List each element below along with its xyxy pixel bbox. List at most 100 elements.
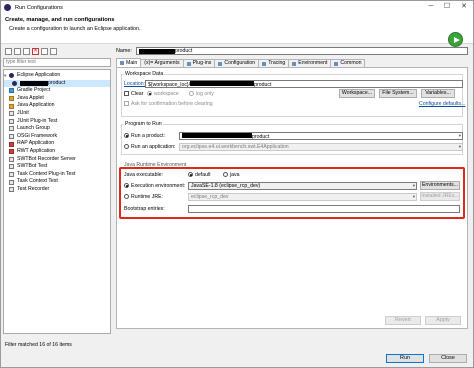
workspace-radio-label: workspace: [154, 91, 179, 97]
redaction: [139, 48, 175, 54]
tree-item[interactable]: JUnit Plug-in Test: [4, 118, 110, 126]
tree-item[interactable]: SWTBot Test: [4, 163, 110, 171]
configure-defaults-link[interactable]: Configure defaults...: [419, 101, 465, 107]
revert-button[interactable]: Revert: [385, 316, 421, 325]
eclipse-icon: [12, 80, 17, 86]
tab-environment[interactable]: Environment: [288, 59, 332, 67]
application-value: org.eclipse.e4.ui.workbench.swt.E4Applic…: [182, 144, 289, 150]
tree-item[interactable]: RAP Application: [4, 140, 110, 148]
runtime-jre-select[interactable]: eclipse_rcp_dev ▾: [188, 193, 417, 201]
tree-item[interactable]: Launch Group: [4, 125, 110, 133]
tree-item-label: SWTBot Recorder Server: [17, 155, 76, 162]
filter-status: Filter matched 16 of 16 items: [5, 342, 72, 348]
tree-item-label: Gradle Project: [17, 87, 51, 94]
location-link[interactable]: Location:: [124, 81, 145, 87]
chevron-down-icon: ▾: [458, 133, 461, 138]
redaction: [182, 133, 252, 138]
swtbot-icon: [9, 156, 14, 162]
configuration-list-pane: ✕ type filter text ▾ Eclipse Application …: [3, 46, 111, 348]
location-suffix: product: [254, 82, 272, 88]
tab-main[interactable]: Main: [116, 58, 142, 67]
installed-jres-button[interactable]: Installed JREs...: [420, 192, 460, 201]
execution-env-radio[interactable]: Execution environment:: [124, 183, 185, 189]
tab-arguments[interactable]: (x)= Arguments: [140, 59, 184, 67]
duplicate-icon[interactable]: [23, 47, 30, 55]
chevron-down-icon: ▾: [412, 194, 415, 199]
default-radio[interactable]: default: [188, 172, 211, 178]
java-radio[interactable]: java: [223, 172, 240, 178]
osgi-icon: [9, 134, 14, 140]
run-product-radio[interactable]: Run a product:: [124, 133, 165, 139]
file-system-button[interactable]: File System...: [379, 89, 417, 98]
product-select[interactable]: product ▾: [179, 132, 463, 140]
environment-icon: [292, 61, 297, 66]
main-tab-icon: [120, 61, 124, 65]
tab-tracing[interactable]: Tracing: [258, 59, 290, 67]
clear-checkbox[interactable]: Clear: [124, 91, 143, 97]
new-prototype-icon[interactable]: [14, 47, 21, 55]
execution-env-select[interactable]: JavaSE-1.8 (eclipse_rcp_dev) ▾: [188, 182, 417, 190]
tree-item[interactable]: Test Recorder: [4, 186, 110, 194]
name-field[interactable]: product: [136, 47, 468, 55]
new-config-icon[interactable]: [5, 47, 12, 55]
tree-item[interactable]: ▾ Eclipse Application: [4, 72, 110, 80]
title-bar: Run Configurations ─ ☐ ✕: [1, 1, 473, 14]
environments-button[interactable]: Environments...: [420, 181, 460, 190]
variables-button[interactable]: Variables...: [421, 89, 455, 98]
radio-icon: [223, 172, 228, 178]
application-select[interactable]: org.eclipse.e4.ui.workbench.swt.E4Applic…: [179, 143, 463, 151]
tree-item[interactable]: Task Context Plug-in Test: [4, 171, 110, 179]
run-button[interactable]: Run: [386, 354, 424, 363]
tree-item-selected[interactable]: product: [4, 79, 110, 88]
runtime-jre-value: eclipse_rcp_dev: [191, 194, 229, 200]
collapse-all-icon[interactable]: [41, 47, 48, 55]
list-toolbar: ✕: [3, 46, 111, 56]
header-subtitle: Create a configuration to launch an Ecli…: [9, 26, 141, 32]
tree-item-label: JUnit: [17, 109, 29, 116]
tree-item[interactable]: SWTBot Recorder Server: [4, 156, 110, 164]
tab-common[interactable]: Common: [330, 59, 366, 67]
close-button[interactable]: Close: [429, 354, 467, 363]
tab-label: Plug-ins: [192, 60, 212, 66]
tree-item[interactable]: Java Application: [4, 102, 110, 110]
tree-item[interactable]: RWT Application: [4, 148, 110, 156]
log-only-radio[interactable]: log only: [189, 91, 214, 97]
tree-item-label: JUnit Plug-in Test: [17, 117, 58, 124]
checkbox-icon: [124, 91, 129, 97]
filter-input[interactable]: type filter text: [3, 58, 111, 67]
location-prefix: ${workspace_loc}/: [148, 82, 191, 88]
tree-item[interactable]: Java Applet: [4, 95, 110, 103]
delete-icon[interactable]: ✕: [32, 47, 39, 55]
filter-icon[interactable]: [50, 47, 57, 55]
apply-button[interactable]: Apply: [425, 316, 461, 325]
tree-item[interactable]: JUnit: [4, 110, 110, 118]
runtime-jre-radio[interactable]: Runtime JRE:: [124, 194, 163, 200]
tree-item-label: SWTBot Test: [17, 163, 48, 170]
maximize-button[interactable]: ☐: [439, 1, 455, 14]
tree-item[interactable]: Task Context Test: [4, 178, 110, 186]
tree-item-label: Java Application: [17, 102, 55, 109]
tree-item[interactable]: OSGi Framework: [4, 133, 110, 141]
run-product-label: Run a product:: [131, 133, 166, 139]
run-application-radio[interactable]: Run an application:: [124, 144, 175, 150]
bootstrap-input[interactable]: [188, 205, 460, 213]
tab-plugins[interactable]: Plug-ins: [182, 59, 216, 67]
workspace-button[interactable]: Workspace...: [339, 89, 375, 98]
ask-confirm-label: Ask for confirmation before clearing: [131, 101, 213, 107]
eclipse-icon: [4, 4, 11, 11]
main-tab-panel: Workspace Data Location: ${workspace_loc…: [116, 67, 468, 329]
log-only-label: log only: [196, 91, 214, 97]
product-value: product: [252, 134, 270, 140]
run-banner-icon: [448, 32, 463, 47]
radio-icon: [124, 144, 129, 150]
location-field[interactable]: ${workspace_loc}/ product: [145, 80, 463, 88]
close-window-button[interactable]: ✕: [456, 1, 472, 14]
java-app-icon: [9, 103, 14, 109]
minimize-button[interactable]: ─: [423, 1, 439, 14]
tab-configuration[interactable]: Configuration: [214, 59, 260, 67]
ask-confirm-checkbox[interactable]: Ask for confirmation before clearing: [124, 101, 213, 107]
configuration-icon: [218, 61, 223, 66]
tree-item[interactable]: Gradle Project: [4, 87, 110, 95]
radio-icon: [188, 172, 193, 178]
workspace-radio[interactable]: workspace: [147, 91, 179, 97]
